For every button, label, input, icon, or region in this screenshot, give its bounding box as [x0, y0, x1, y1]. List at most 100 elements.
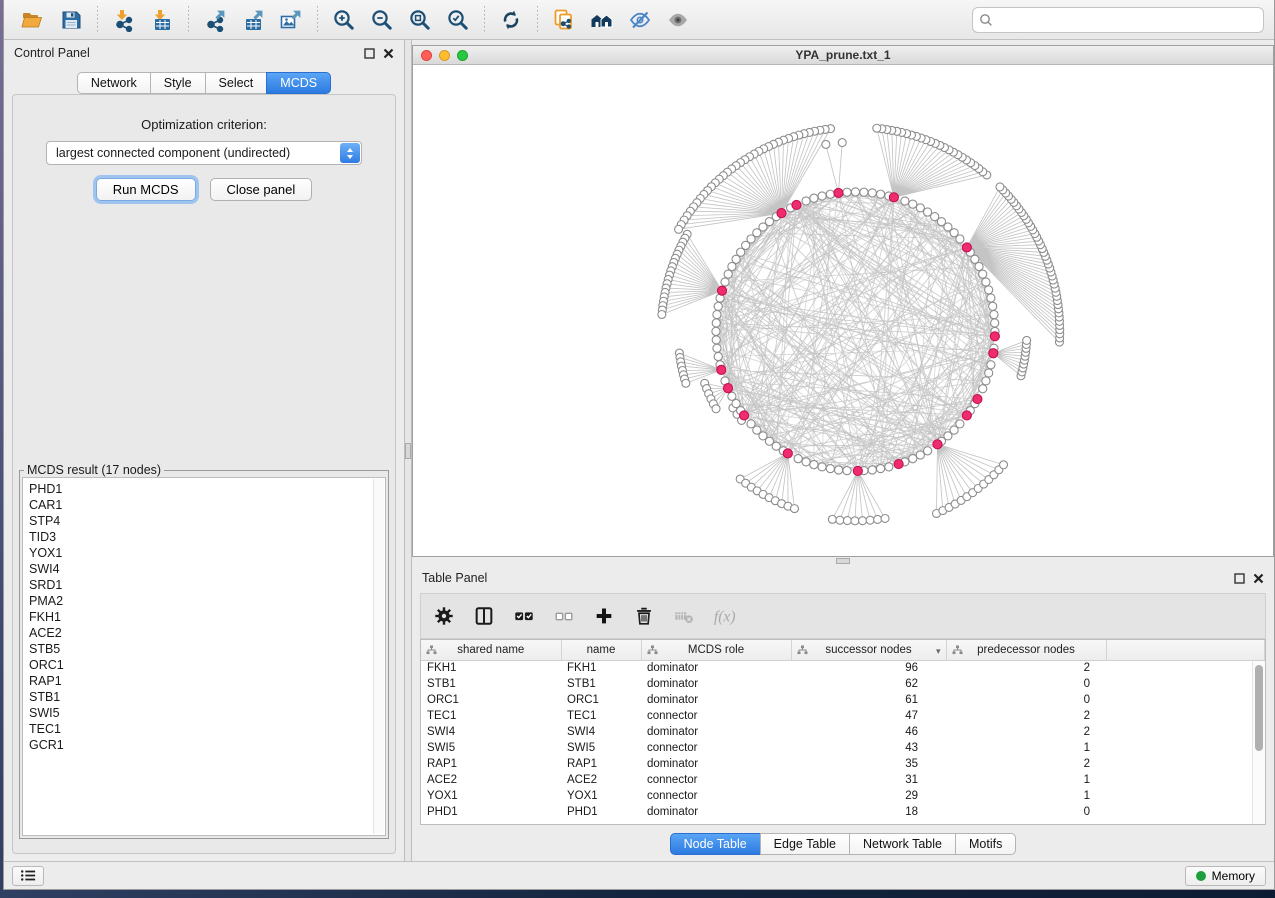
mcds-result-item[interactable]: GCR1 [29, 737, 385, 753]
cell-successor-nodes[interactable]: 62 [791, 676, 946, 692]
mcds-result-item[interactable]: TEC1 [29, 721, 385, 737]
refresh-view-button[interactable] [494, 4, 528, 36]
cell-predecessor-nodes[interactable]: 1 [946, 788, 1106, 804]
tab-network[interactable]: Network [77, 72, 151, 94]
float-table-panel-icon[interactable] [1234, 573, 1245, 584]
column-header-shared-name[interactable]: shared name [421, 640, 561, 660]
select-all-button[interactable] [511, 603, 537, 629]
tab-mcds[interactable]: MCDS [266, 72, 331, 94]
mcds-result-item[interactable]: FKH1 [29, 609, 385, 625]
memory-button[interactable]: Memory [1185, 866, 1266, 886]
table-row[interactable]: STB1STB1dominator620 [421, 676, 1265, 692]
add-column-button[interactable] [591, 603, 617, 629]
column-header-predecessor-nodes[interactable]: predecessor nodes [946, 640, 1106, 660]
cell-name[interactable]: SWI4 [561, 724, 641, 740]
close-panel-button[interactable]: Close panel [210, 178, 313, 201]
cell-predecessor-nodes[interactable]: 0 [946, 676, 1106, 692]
cell-name[interactable]: PHD1 [561, 804, 641, 820]
mcds-result-item[interactable]: STP4 [29, 513, 385, 529]
table-row[interactable]: SWI4SWI4dominator462 [421, 724, 1265, 740]
search-input[interactable] [972, 7, 1264, 33]
close-panel-icon[interactable] [383, 48, 394, 59]
minimize-window-icon[interactable] [439, 50, 450, 61]
table-scrollbar[interactable] [1252, 661, 1265, 824]
cell-shared-name[interactable]: ORC1 [421, 692, 561, 708]
cell-successor-nodes[interactable]: 96 [791, 660, 946, 676]
cell-predecessor-nodes[interactable]: 2 [946, 724, 1106, 740]
cell-predecessor-nodes[interactable]: 2 [946, 756, 1106, 772]
zoom-in-button[interactable] [327, 4, 361, 36]
zoom-out-button[interactable] [365, 4, 399, 36]
table-row[interactable]: SWI5SWI5connector431 [421, 740, 1265, 756]
cell-mcds-role[interactable]: connector [641, 772, 791, 788]
cell-successor-nodes[interactable]: 18 [791, 804, 946, 820]
tab-edge-table[interactable]: Edge Table [760, 833, 850, 855]
cell-name[interactable]: FKH1 [561, 660, 641, 676]
float-panel-icon[interactable] [364, 48, 375, 59]
export-image-button[interactable] [274, 4, 308, 36]
mcds-result-item[interactable]: ACE2 [29, 625, 385, 641]
cell-successor-nodes[interactable]: 46 [791, 724, 946, 740]
cell-predecessor-nodes[interactable]: 1 [946, 772, 1106, 788]
delete-column-button[interactable] [631, 603, 657, 629]
table-row[interactable]: ACE2ACE2connector311 [421, 772, 1265, 788]
column-header-MCDS-role[interactable]: MCDS role [641, 640, 791, 660]
cell-shared-name[interactable]: TEC1 [421, 708, 561, 724]
tab-node-table[interactable]: Node Table [670, 833, 761, 855]
mcds-result-list[interactable]: PHD1CAR1STP4TID3YOX1SWI4SRD1PMA2FKH1ACE2… [22, 477, 386, 836]
cell-predecessor-nodes[interactable]: 2 [946, 660, 1106, 676]
close-window-icon[interactable] [421, 50, 432, 61]
cell-successor-nodes[interactable]: 29 [791, 788, 946, 804]
mcds-result-item[interactable]: YOX1 [29, 545, 385, 561]
first-neighbors-button[interactable] [585, 4, 619, 36]
column-header-name[interactable]: name [561, 640, 641, 660]
cell-shared-name[interactable]: ACE2 [421, 772, 561, 788]
cell-name[interactable]: RAP1 [561, 756, 641, 772]
mcds-result-item[interactable]: RAP1 [29, 673, 385, 689]
mcds-result-item[interactable]: STB5 [29, 641, 385, 657]
optimization-criterion-select[interactable]: largest connected component (undirected) [46, 141, 362, 165]
cell-shared-name[interactable]: RAP1 [421, 756, 561, 772]
tab-style[interactable]: Style [150, 72, 206, 94]
table-row[interactable]: PHD1PHD1dominator180 [421, 804, 1265, 820]
network-window-titlebar[interactable]: YPA_prune.txt_1 [413, 46, 1273, 65]
cell-mcds-role[interactable]: dominator [641, 756, 791, 772]
table-scrollbar-thumb[interactable] [1255, 665, 1263, 751]
save-session-button[interactable] [54, 4, 88, 36]
cell-name[interactable]: ACE2 [561, 772, 641, 788]
show-panels-button[interactable] [12, 866, 44, 886]
mcds-result-item[interactable]: TID3 [29, 529, 385, 545]
cell-mcds-role[interactable]: dominator [641, 660, 791, 676]
cell-mcds-role[interactable]: dominator [641, 692, 791, 708]
cell-successor-nodes[interactable]: 43 [791, 740, 946, 756]
cell-mcds-role[interactable]: connector [641, 788, 791, 804]
table-row[interactable]: YOX1YOX1connector291 [421, 788, 1265, 804]
table-row[interactable]: TEC1TEC1connector472 [421, 708, 1265, 724]
tab-motifs[interactable]: Motifs [955, 833, 1016, 855]
cell-shared-name[interactable]: SWI5 [421, 740, 561, 756]
cell-predecessor-nodes[interactable]: 0 [946, 804, 1106, 820]
horizontal-splitter[interactable] [836, 558, 850, 564]
maximize-window-icon[interactable] [457, 50, 468, 61]
zoom-selected-button[interactable] [441, 4, 475, 36]
splitter-grip[interactable] [405, 443, 411, 459]
list-scrollbar[interactable] [373, 479, 384, 834]
cell-name[interactable]: YOX1 [561, 788, 641, 804]
mcds-result-item[interactable]: PMA2 [29, 593, 385, 609]
mcds-result-item[interactable]: STB1 [29, 689, 385, 705]
close-table-panel-icon[interactable] [1253, 573, 1264, 584]
cell-successor-nodes[interactable]: 35 [791, 756, 946, 772]
vertical-splitter[interactable] [404, 40, 412, 861]
mcds-result-item[interactable]: SWI5 [29, 705, 385, 721]
mcds-result-item[interactable]: CAR1 [29, 497, 385, 513]
table-row[interactable]: RAP1RAP1dominator352 [421, 756, 1265, 772]
sort-chevron-icon[interactable]: ▾ [936, 646, 941, 657]
open-file-button[interactable] [16, 4, 50, 36]
mcds-result-item[interactable]: PHD1 [29, 481, 385, 497]
cell-shared-name[interactable]: STB1 [421, 676, 561, 692]
cell-mcds-role[interactable]: connector [641, 740, 791, 756]
cell-mcds-role[interactable]: connector [641, 708, 791, 724]
table-row[interactable]: FKH1FKH1dominator962 [421, 660, 1265, 676]
tab-select[interactable]: Select [205, 72, 268, 94]
column-header-successor-nodes[interactable]: successor nodes▾ [791, 640, 946, 660]
